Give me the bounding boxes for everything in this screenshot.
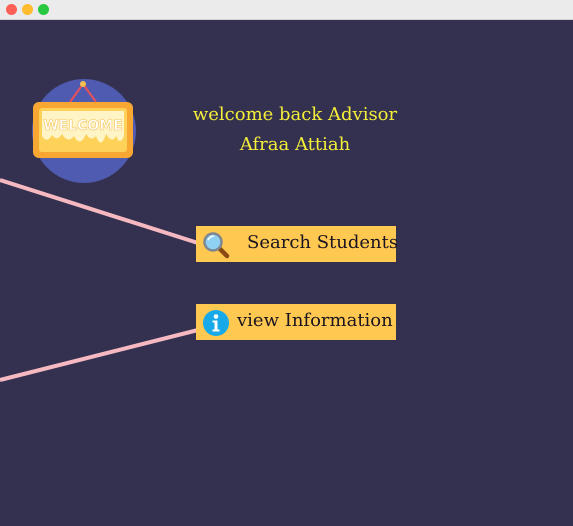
greeting: welcome back Advisor Afraa Attiah [180, 100, 410, 160]
maximize-window-button[interactable] [38, 4, 49, 15]
advisor-name: Afraa Attiah [239, 134, 351, 155]
connector-line-info [0, 328, 199, 382]
view-information-label: view Information [237, 310, 393, 331]
search-students-button[interactable]: Search Students [196, 226, 399, 262]
connector-line-search [0, 178, 199, 245]
search-students-label: Search Students [247, 232, 399, 253]
info-icon [202, 309, 230, 337]
minimize-window-button[interactable] [22, 4, 33, 15]
close-window-button[interactable] [6, 4, 17, 15]
magnifier-icon [202, 231, 230, 259]
greeting-title: welcome back Advisor [192, 104, 398, 125]
window-titlebar [0, 0, 573, 20]
welcome-sign-icon: WELCOME [28, 78, 138, 186]
svg-text:WELCOME: WELCOME [43, 118, 123, 134]
view-information-button[interactable]: view Information [196, 304, 396, 340]
